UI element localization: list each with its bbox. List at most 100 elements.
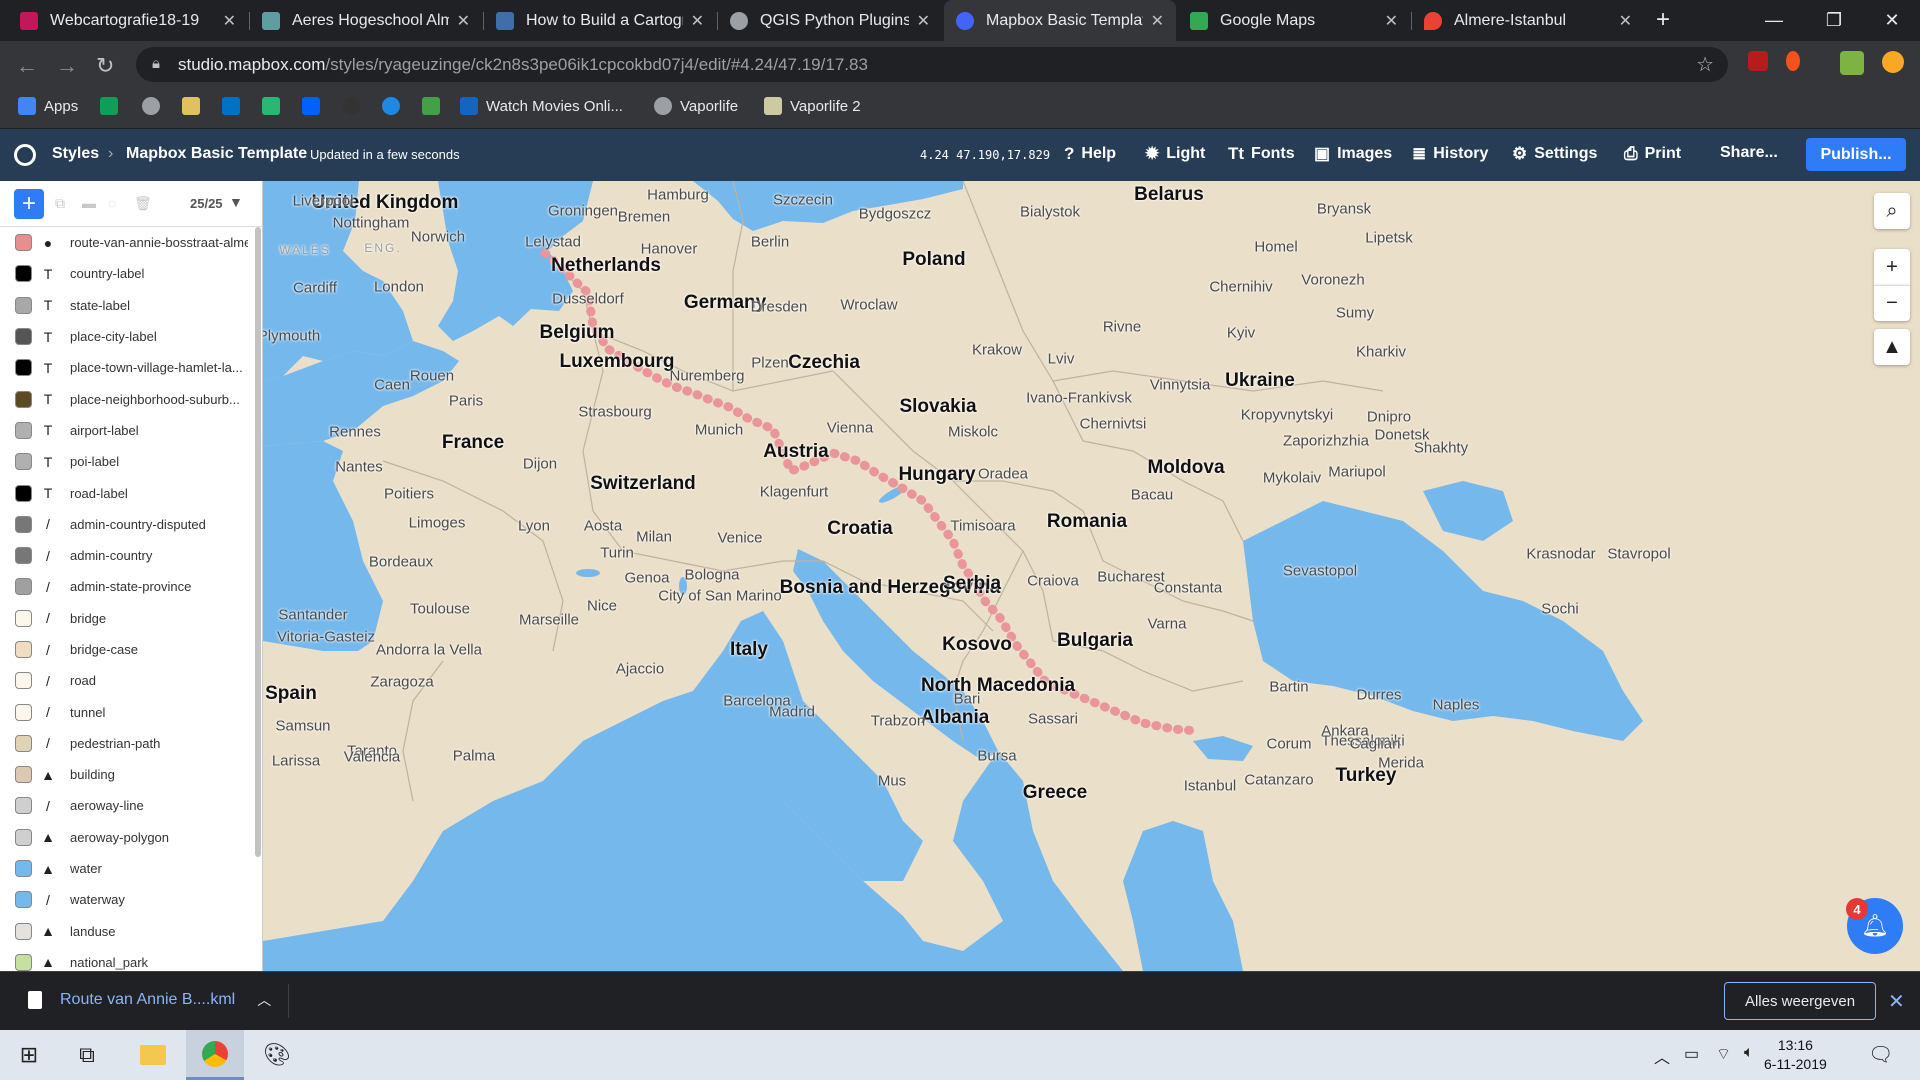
tab-close-icon[interactable]: ✕ xyxy=(1619,11,1632,31)
address-bar[interactable]: 🔒︎ studio.mapbox.com/styles/ryageuzinge/… xyxy=(136,47,1728,82)
filter-icon[interactable]: ▼ xyxy=(229,194,243,210)
bookmark-item[interactable] xyxy=(182,97,208,115)
compass-icon[interactable]: ▲ xyxy=(1874,329,1910,365)
reload-icon[interactable]: ↻ xyxy=(96,53,114,79)
layer-row[interactable]: Troad-label xyxy=(0,477,255,508)
layer-color-swatch[interactable] xyxy=(15,328,32,346)
settings-button[interactable]: ⚙ Settings xyxy=(1512,144,1597,164)
wifi-icon[interactable]: ⌔ xyxy=(1716,1044,1731,1064)
bookmark-item[interactable] xyxy=(422,97,448,115)
layer-color-swatch[interactable] xyxy=(15,296,32,314)
browser-tab[interactable]: QGIS Python Plugins R ✕ xyxy=(718,0,942,41)
profile-avatar[interactable] xyxy=(1882,51,1904,73)
chrome-icon[interactable] xyxy=(186,1030,244,1080)
browser-tab[interactable]: Aeres Hogeschool Alm ✕ xyxy=(250,0,482,41)
add-layer-button[interactable]: + xyxy=(14,189,44,219)
fonts-button[interactable]: Tt Fonts xyxy=(1228,144,1295,164)
chevron-up-icon[interactable]: ︿ xyxy=(257,990,271,1010)
layer-color-swatch[interactable] xyxy=(15,891,32,909)
layer-color-swatch[interactable] xyxy=(15,703,32,721)
tab-close-icon[interactable]: ✕ xyxy=(917,11,930,31)
download-item[interactable]: Route van Annie B....kml ︿ xyxy=(28,990,271,1010)
back-arrow-icon[interactable]: ← xyxy=(16,53,38,79)
browser-tab[interactable]: How to Build a Cartogr ✕ xyxy=(484,0,716,41)
layer-color-swatch[interactable] xyxy=(15,421,32,439)
help-button[interactable]: ? Help xyxy=(1064,144,1116,164)
browser-tab[interactable]: Google Maps ✕ xyxy=(1178,0,1410,41)
delete-icon[interactable]: 🗑︎ xyxy=(134,195,152,212)
layer-color-swatch[interactable] xyxy=(15,953,32,971)
layer-row[interactable]: Tplace-city-label xyxy=(0,321,255,352)
layer-color-swatch[interactable] xyxy=(15,515,32,533)
system-clock[interactable]: 13:16 6-11-2019 xyxy=(1764,1036,1827,1074)
layer-color-swatch[interactable] xyxy=(15,828,32,846)
bookmark-apps[interactable]: Apps xyxy=(18,97,78,115)
layer-row[interactable]: Tcountry-label xyxy=(0,258,255,289)
breadcrumb-styles[interactable]: Styles xyxy=(52,145,99,163)
layer-color-swatch[interactable] xyxy=(15,265,32,283)
tab-close-icon[interactable]: ✕ xyxy=(1151,11,1164,31)
layer-row[interactable]: / admin-country xyxy=(0,540,255,571)
layer-row[interactable]: ▲ building xyxy=(0,759,255,790)
browser-tab[interactable]: Webcartografie18-19 ✕ xyxy=(8,0,248,41)
browser-tab-active[interactable]: Mapbox Basic Template ✕ xyxy=(944,0,1176,41)
layer-color-swatch[interactable] xyxy=(15,578,32,596)
layer-color-swatch[interactable] xyxy=(15,453,32,471)
forward-arrow-icon[interactable]: → xyxy=(56,53,78,79)
layer-row[interactable]: Tairport-label xyxy=(0,415,255,446)
layer-row[interactable]: Tstate-label xyxy=(0,290,255,321)
images-button[interactable]: ▣ Images xyxy=(1314,144,1392,164)
layer-color-swatch[interactable] xyxy=(15,641,32,658)
layer-color-swatch[interactable] xyxy=(15,766,32,784)
layer-row[interactable]: Tplace-neighborhood-suburb... xyxy=(0,383,255,414)
close-download-bar-icon[interactable]: ✕ xyxy=(1888,989,1905,1014)
bookmark-item[interactable] xyxy=(302,97,328,115)
show-all-downloads-button[interactable]: Alles weergeven xyxy=(1724,982,1876,1020)
file-explorer-icon[interactable] xyxy=(124,1030,182,1080)
tab-close-icon[interactable]: ✕ xyxy=(457,11,470,31)
duplicate-icon[interactable]: ⧉ xyxy=(55,195,65,212)
bookmark-item[interactable] xyxy=(342,97,368,115)
layer-color-swatch[interactable] xyxy=(15,484,32,502)
layer-row[interactable]: / road xyxy=(0,665,255,696)
bookmark-star-icon[interactable]: ☆ xyxy=(1696,52,1714,77)
new-tab-button[interactable]: + xyxy=(1656,6,1670,34)
battery-icon[interactable]: ▭ xyxy=(1684,1044,1699,1064)
layer-color-swatch[interactable] xyxy=(15,234,32,252)
map-canvas[interactable]: United Kingdom Netherlands Germany Belgium L… xyxy=(263,181,1920,971)
bookmark-item[interactable] xyxy=(382,97,408,115)
layer-row[interactable]: Tplace-town-village-hamlet-la... xyxy=(0,352,255,383)
tab-close-icon[interactable]: ✕ xyxy=(223,11,236,31)
zoom-out-icon[interactable]: − xyxy=(1874,285,1910,321)
bookmark-item[interactable] xyxy=(142,97,168,115)
action-center-icon[interactable]: 🗨︎ xyxy=(1868,1042,1893,1067)
volume-icon[interactable]: 🔈︎ xyxy=(1744,1044,1754,1062)
layer-color-swatch[interactable] xyxy=(15,672,32,690)
zoom-in-icon[interactable]: + xyxy=(1874,249,1910,285)
layer-row[interactable]: Tpoi-label xyxy=(0,446,255,477)
layer-color-swatch[interactable] xyxy=(15,797,32,815)
share-button[interactable]: Share... xyxy=(1720,144,1778,162)
paint-icon[interactable]: 🎨︎ xyxy=(248,1030,306,1080)
layer-row[interactable]: / bridge-case xyxy=(0,634,255,665)
layer-row[interactable]: / admin-state-province xyxy=(0,571,255,602)
layer-row[interactable]: / waterway xyxy=(0,884,255,915)
maximize-icon[interactable]: ❐ xyxy=(1804,0,1864,41)
print-button[interactable]: ⎙ Print xyxy=(1624,144,1681,164)
bookmark-watch-movies[interactable]: Watch Movies Onli... xyxy=(460,97,623,115)
tab-close-icon[interactable]: ✕ xyxy=(691,11,704,31)
layer-row[interactable]: / bridge xyxy=(0,603,255,634)
layer-row[interactable]: ▲ water xyxy=(0,853,255,884)
group-icon[interactable]: ▬ xyxy=(82,195,96,211)
bookmark-vaporlife[interactable]: Vaporlife xyxy=(654,97,738,115)
window-close-icon[interactable]: ✕ xyxy=(1862,0,1920,41)
extension-icon[interactable] xyxy=(1786,51,1800,71)
extension-icon[interactable] xyxy=(1840,51,1864,75)
style-name[interactable]: Mapbox Basic Template xyxy=(126,145,307,163)
layer-row[interactable]: ▲ landuse xyxy=(0,916,255,947)
layer-color-swatch[interactable] xyxy=(15,609,32,627)
layer-row[interactable]: ▲ aeroway-polygon xyxy=(0,822,255,853)
layer-row[interactable]: / aeroway-line xyxy=(0,790,255,821)
publish-button[interactable]: Publish... xyxy=(1806,138,1906,171)
layer-list-scrollbar[interactable] xyxy=(255,227,261,857)
